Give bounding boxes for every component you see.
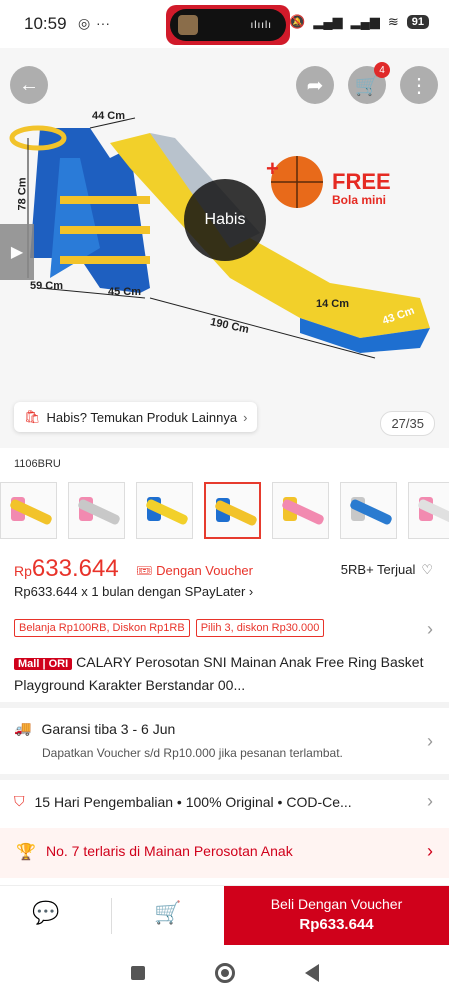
shipping-title: Garansi tiba 3 - 6 Jun: [41, 720, 176, 737]
product-title-text: CALARY Perosotan SNI Mainan Anak Free Ri…: [14, 654, 424, 693]
price-amount: 633.644: [31, 555, 119, 582]
recents-button[interactable]: [130, 965, 145, 980]
product-title: Mall | ORI CALARY Perosotan SNI Mainan An…: [14, 652, 434, 696]
more-options-button[interactable]: ⋮: [400, 66, 438, 104]
chevron-right-icon[interactable]: ›: [427, 619, 433, 640]
sold-label: 5RB+ Terjual: [340, 562, 416, 577]
back-nav-button[interactable]: [304, 963, 319, 982]
chevron-right-icon: ›: [248, 584, 254, 599]
voucher-icon: 🎟: [136, 563, 153, 578]
variant-thumbnail[interactable]: [136, 482, 193, 539]
variant-thumbnail[interactable]: [0, 482, 57, 539]
variant-thumbnail[interactable]: [204, 482, 261, 539]
dim-top: 44 Cm: [92, 110, 126, 122]
shield-icon: ⛉: [14, 793, 25, 809]
rank-text: No. 7 terlaris di Mainan Perosotan Anak: [46, 843, 293, 859]
image-counter: 27/35: [380, 411, 435, 436]
best-seller-rank[interactable]: 🏆 No. 7 terlaris di Mainan Perosotan Ana…: [0, 828, 449, 878]
cart-button[interactable]: 🛒 4: [348, 62, 390, 104]
share-button[interactable]: ➦: [296, 66, 334, 104]
share-icon: ➦: [306, 74, 324, 97]
more-vertical-icon: ⋮: [409, 74, 429, 97]
dim-height: 78 Cm: [16, 177, 29, 211]
divider: [0, 774, 449, 780]
dynamic-island[interactable]: ılıılı: [166, 5, 290, 45]
back-button[interactable]: ←: [10, 66, 48, 104]
bag-icon: 🛍: [24, 409, 41, 424]
chevron-right-icon: ›: [243, 409, 248, 425]
dim-base-mid: 45 Cm: [108, 286, 142, 298]
truck-icon: 🚚: [14, 720, 32, 736]
dim-base-left: 59 Cm: [30, 280, 64, 292]
sold-count: 5RB+ Terjual ♡: [341, 562, 433, 578]
home-button[interactable]: [214, 962, 235, 983]
mute-icon: 🔕: [289, 14, 306, 29]
audio-wave-icon: ılıılı: [250, 20, 272, 31]
cart-icon: 🛒: [354, 74, 380, 97]
shipping-sub: Dapatkan Voucher s/d Rp10.000 jika pesan…: [42, 746, 343, 760]
guarantee-row[interactable]: ⛉ 15 Hari Pengembalian • 100% Original •…: [14, 793, 352, 810]
wifi-icon: ≋: [387, 14, 399, 29]
svg-text:+: +: [266, 156, 279, 181]
variant-thumbnail[interactable]: [340, 482, 397, 539]
signal-icon: ▂▄▆: [350, 14, 380, 29]
free-promo-label: FREE: [332, 169, 391, 194]
chevron-right-icon[interactable]: ›: [427, 791, 433, 812]
product-image[interactable]: + ← ➦ 🛒 4 ⋮ ▶ Habis FREE Bola mini 44 Cm…: [0, 48, 449, 448]
battery-indicator: 91: [406, 15, 429, 29]
divider: [0, 702, 449, 708]
trophy-icon: 🏆: [16, 844, 36, 861]
chevron-right-icon[interactable]: ›: [427, 731, 433, 752]
promo-tags[interactable]: Belanja Rp100RB, Diskon Rp1RB Pilih 3, d…: [14, 619, 325, 637]
instagram-icon: ◎: [78, 15, 91, 31]
variant-thumbnail[interactable]: [272, 482, 329, 539]
buy-price: Rp633.644: [299, 916, 374, 933]
sold-out-overlay: Habis: [184, 179, 266, 261]
dim-slide-height: 14 Cm: [316, 298, 350, 310]
price: Rp 633.644: [14, 555, 119, 583]
find-other-products-label: Habis? Temukan Produk Lainnya: [46, 409, 238, 425]
price-currency: Rp: [14, 563, 32, 579]
free-promo-sub: Bola mini: [332, 193, 387, 207]
media-thumbnail: [178, 15, 198, 35]
variant-thumbnail[interactable]: [408, 482, 449, 539]
divider: [111, 898, 112, 934]
add-to-cart-icon[interactable]: 🛒: [154, 900, 181, 926]
cart-count-badge: 4: [374, 62, 390, 78]
promo-tag[interactable]: Pilih 3, diskon Rp30.000: [195, 619, 325, 637]
buy-with-voucher-button[interactable]: Beli Dengan Voucher Rp633.644: [224, 886, 449, 946]
clock: 10:59: [24, 14, 67, 33]
heart-icon[interactable]: ♡: [421, 562, 433, 578]
promo-tag[interactable]: Belanja Rp100RB, Diskon Rp1RB: [14, 619, 190, 637]
signal-icon: ▂▄▆: [313, 14, 343, 29]
paylater-info[interactable]: Rp633.644 x 1 bulan dengan SPayLater ›: [14, 584, 253, 599]
guarantee-text: 15 Hari Pengembalian • 100% Original • C…: [34, 793, 352, 810]
voucher-label: Dengan Voucher: [156, 563, 253, 578]
system-nav-bar: [0, 945, 449, 1000]
video-play-button[interactable]: ▶: [0, 224, 34, 280]
variant-code: 1106BRU: [14, 458, 61, 470]
play-icon: ▶: [10, 244, 24, 261]
buy-label: Beli Dengan Voucher: [270, 896, 403, 912]
find-other-products-link[interactable]: 🛍 Habis? Temukan Produk Lainnya ›: [14, 402, 258, 432]
more-dots-icon: ···: [96, 15, 110, 31]
arrow-left-icon: ←: [19, 73, 39, 96]
voucher-tag: 🎟 Dengan Voucher: [136, 563, 253, 579]
chat-icon[interactable]: 💬: [32, 900, 59, 926]
chevron-right-icon: ›: [427, 841, 433, 861]
shipping-guarantee[interactable]: 🚚 Garansi tiba 3 - 6 Jun: [14, 720, 175, 737]
variant-thumbnails: [0, 482, 449, 539]
mall-badge: Mall | ORI: [14, 658, 73, 670]
bottom-action-bar: 💬 🛒 Beli Dengan Voucher Rp633.644: [0, 885, 449, 946]
status-bar: 10:59 ◎ ··· ılıılı 🔕 ▂▄▆ ▂▄▆ ≋ 91: [0, 0, 449, 48]
variant-thumbnail[interactable]: [68, 482, 125, 539]
paylater-label: Rp633.644 x 1 bulan dengan SPayLater: [14, 584, 246, 599]
